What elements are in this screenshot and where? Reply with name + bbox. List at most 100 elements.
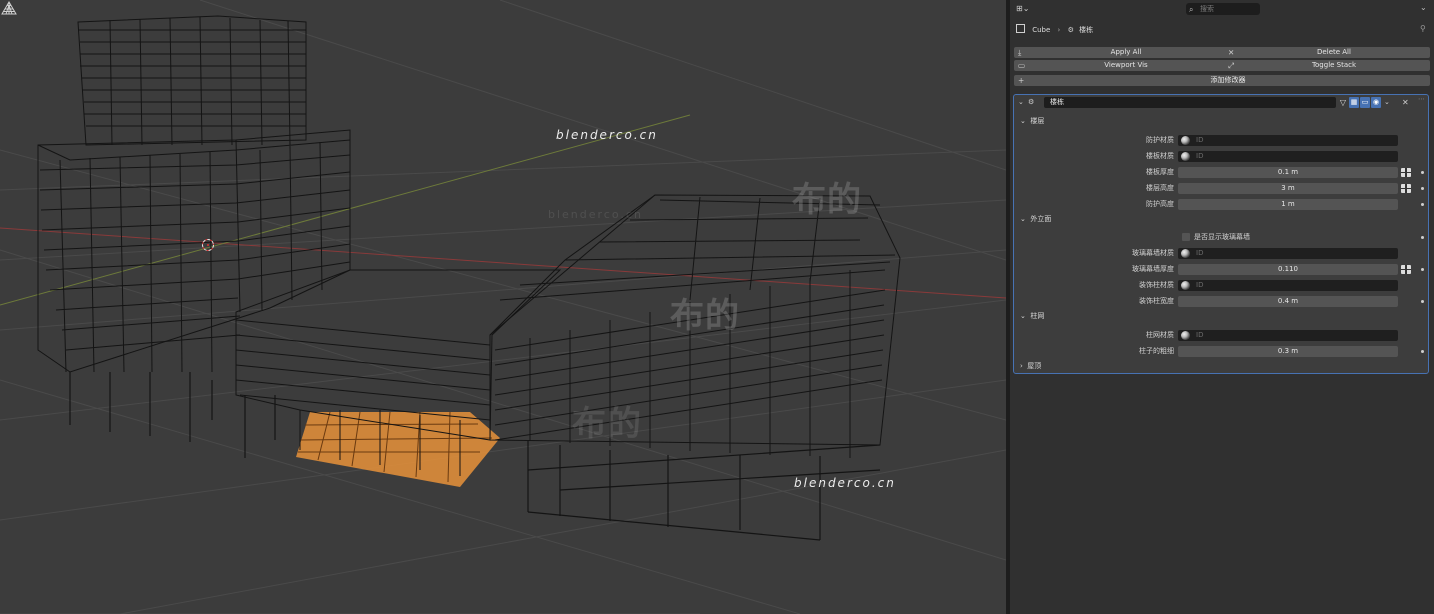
edit-mode-toggle-icon[interactable]: ▽ bbox=[1338, 97, 1348, 108]
watermark-url-top: blenderco.cn bbox=[556, 128, 658, 142]
delete-all-button[interactable]: Delete All bbox=[1238, 47, 1430, 58]
apply-all-button[interactable]: Apply All bbox=[1028, 47, 1224, 58]
deco-column-material-field[interactable]: ID bbox=[1178, 280, 1398, 291]
keyframe-dot-icon[interactable] bbox=[1421, 236, 1424, 239]
left-block-wireframe bbox=[37, 129, 351, 373]
keyframe-dot-icon[interactable] bbox=[1421, 203, 1424, 206]
watermark-brand-3: 布的 bbox=[572, 404, 642, 444]
remove-modifier-icon[interactable]: ✕ bbox=[1402, 97, 1409, 108]
breadcrumb: Cube › ⚙ 楼栋 bbox=[1016, 24, 1093, 36]
curtain-wall-thickness-field[interactable]: 0.110 bbox=[1178, 264, 1398, 275]
keyframe-dot-icon[interactable] bbox=[1421, 187, 1424, 190]
toggle-stack-icon: ⤢ bbox=[1228, 61, 1234, 70]
guard-material-field[interactable]: ID bbox=[1178, 135, 1398, 146]
curtain-wall-material-field[interactable]: ID bbox=[1178, 248, 1398, 259]
attribute-toggle-icon[interactable] bbox=[1401, 184, 1411, 193]
options-dropdown-icon[interactable]: ⌄ bbox=[1420, 3, 1427, 12]
search-input[interactable]: ⌕ 搜索 bbox=[1186, 3, 1260, 15]
building-wireframe bbox=[0, 0, 1006, 614]
apply-icon: ⤓ bbox=[1018, 48, 1022, 57]
watermark-faint-url: blenderco.cn bbox=[548, 208, 643, 221]
keyframe-dot-icon[interactable] bbox=[1421, 171, 1424, 174]
material-sphere-icon bbox=[1181, 281, 1190, 290]
columns-left bbox=[69, 372, 276, 458]
collapse-modifier-icon[interactable]: ⌄ bbox=[1018, 97, 1024, 108]
keyframe-dot-icon[interactable] bbox=[1421, 268, 1424, 271]
section-floors[interactable]: ⌄ 楼层 bbox=[1020, 115, 1044, 127]
viewport-vis-icon: ▭ bbox=[1018, 61, 1026, 70]
material-sphere-icon bbox=[1181, 136, 1190, 145]
column-thickness-field[interactable]: 0.3 m bbox=[1178, 346, 1398, 357]
chevron-right-icon: › bbox=[1020, 362, 1023, 370]
watermark-brand-1: 布的 bbox=[792, 180, 862, 220]
breadcrumb-object[interactable]: Cube bbox=[1032, 26, 1050, 34]
material-sphere-icon bbox=[1181, 331, 1190, 340]
toggle-stack-button[interactable]: Toggle Stack bbox=[1238, 60, 1430, 71]
slab-thickness-field[interactable]: 0.1 m bbox=[1178, 167, 1398, 178]
viewport-display-toggle-icon[interactable]: ▭ bbox=[1360, 97, 1370, 108]
keyframe-dot-icon[interactable] bbox=[1421, 300, 1424, 303]
apply-delete-row: ⤓ Apply All ✕ Delete All bbox=[1014, 47, 1430, 58]
material-sphere-icon bbox=[1181, 249, 1190, 258]
floor-height-field[interactable]: 3 m bbox=[1178, 183, 1398, 194]
render-toggle-icon[interactable]: ◉ bbox=[1371, 97, 1381, 108]
attribute-toggle-icon[interactable] bbox=[1401, 168, 1411, 177]
section-facade-title: 外立面 bbox=[1030, 215, 1052, 223]
attribute-toggle-icon[interactable] bbox=[1401, 265, 1411, 274]
columns-right bbox=[527, 440, 881, 541]
geometry-nodes-icon: ⚙ bbox=[1028, 98, 1035, 106]
modifier-panel: ⌄ ⚙ 楼栋 ▽ ▦ ▭ ◉ ⌄ ✕ ⋯ ⌄ 楼层 防护材质 ID 楼板材质 I… bbox=[1013, 94, 1429, 374]
slab-thickness-label: 楼板厚度 bbox=[1146, 168, 1174, 176]
column-thickness-label: 柱子的粗细 bbox=[1139, 347, 1174, 355]
vis-toggle-row: ▭ Viewport Vis ⤢ Toggle Stack bbox=[1014, 60, 1430, 71]
modifier-menu-icon[interactable]: ⌄ bbox=[1384, 97, 1390, 108]
chevron-down-icon: ⌄ bbox=[1020, 312, 1026, 320]
floor-height-label: 楼层高度 bbox=[1146, 184, 1174, 192]
guard-height-field[interactable]: 1 m bbox=[1178, 199, 1398, 210]
modifier-icon: ⚙ bbox=[1067, 26, 1074, 34]
section-roof[interactable]: › 屋顶 bbox=[1020, 360, 1041, 372]
chevron-down-icon: ⌄ bbox=[1020, 215, 1026, 223]
keyframe-dot-icon[interactable] bbox=[1421, 350, 1424, 353]
guard-material-label: 防护材质 bbox=[1146, 136, 1174, 144]
breadcrumb-modifier[interactable]: 楼栋 bbox=[1079, 26, 1093, 34]
show-curtain-wall-checkbox[interactable] bbox=[1182, 233, 1190, 241]
breadcrumb-separator-icon: › bbox=[1057, 26, 1061, 34]
section-floors-title: 楼层 bbox=[1030, 117, 1045, 125]
add-icon: + bbox=[1018, 76, 1025, 85]
material-sphere-icon bbox=[1181, 152, 1190, 161]
viewport-vis-button[interactable]: Viewport Vis bbox=[1028, 60, 1224, 71]
deco-column-width-field[interactable]: 0.4 m bbox=[1178, 296, 1398, 307]
add-modifier-button[interactable]: 添加修改器 bbox=[1028, 75, 1428, 86]
section-columns-title: 柱网 bbox=[1030, 312, 1045, 320]
slab-material-field[interactable]: ID bbox=[1178, 151, 1398, 162]
chevron-down-icon: ⌄ bbox=[1020, 117, 1026, 125]
editor-type-icon[interactable]: ⊞⌄ bbox=[1016, 3, 1030, 14]
curtain-wall-thickness-label: 玻璃幕墙厚度 bbox=[1132, 265, 1174, 273]
curtain-wall-material-label: 玻璃幕墙材质 bbox=[1132, 249, 1174, 257]
search-icon: ⌕ bbox=[1189, 5, 1194, 14]
viewport-grid bbox=[0, 0, 1006, 614]
3d-viewport[interactable]: blenderco.cn blenderco.cn 布的 布的 布的 blend… bbox=[0, 0, 1006, 614]
column-grid-material-field[interactable]: ID bbox=[1178, 330, 1398, 341]
slab-material-label: 楼板材质 bbox=[1146, 152, 1174, 160]
tower-wireframe bbox=[77, 15, 307, 146]
watermark-brand-2: 布的 bbox=[670, 296, 740, 336]
3d-cursor bbox=[202, 239, 214, 251]
modifier-name-field[interactable]: 楼栋 bbox=[1044, 97, 1336, 108]
delete-icon: ✕ bbox=[1228, 48, 1235, 57]
on-cage-toggle-icon[interactable]: ▦ bbox=[1349, 97, 1359, 108]
watermark-url-bottom: blenderco.cn bbox=[794, 476, 896, 490]
section-roof-title: 屋顶 bbox=[1027, 362, 1042, 370]
pin-icon[interactable]: ⚲ bbox=[1420, 24, 1426, 33]
properties-editor: ⊞⌄ ⌕ 搜索 ⌄ Cube › ⚙ 楼栋 ⚲ ⤓ Apply All ✕ De… bbox=[1010, 0, 1434, 614]
search-placeholder: 搜索 bbox=[1200, 5, 1214, 13]
section-facade[interactable]: ⌄ 外立面 bbox=[1020, 213, 1051, 225]
deco-column-width-label: 装饰柱宽度 bbox=[1139, 297, 1174, 305]
toggle-grid-icon[interactable] bbox=[0, 0, 18, 16]
object-icon bbox=[1016, 24, 1025, 33]
section-columns[interactable]: ⌄ 柱网 bbox=[1020, 310, 1044, 322]
add-modifier-row: + 添加修改器 bbox=[1014, 75, 1430, 86]
drag-handle-icon[interactable]: ⋯ bbox=[1418, 95, 1425, 106]
deco-column-material-label: 装饰柱材质 bbox=[1139, 281, 1174, 289]
